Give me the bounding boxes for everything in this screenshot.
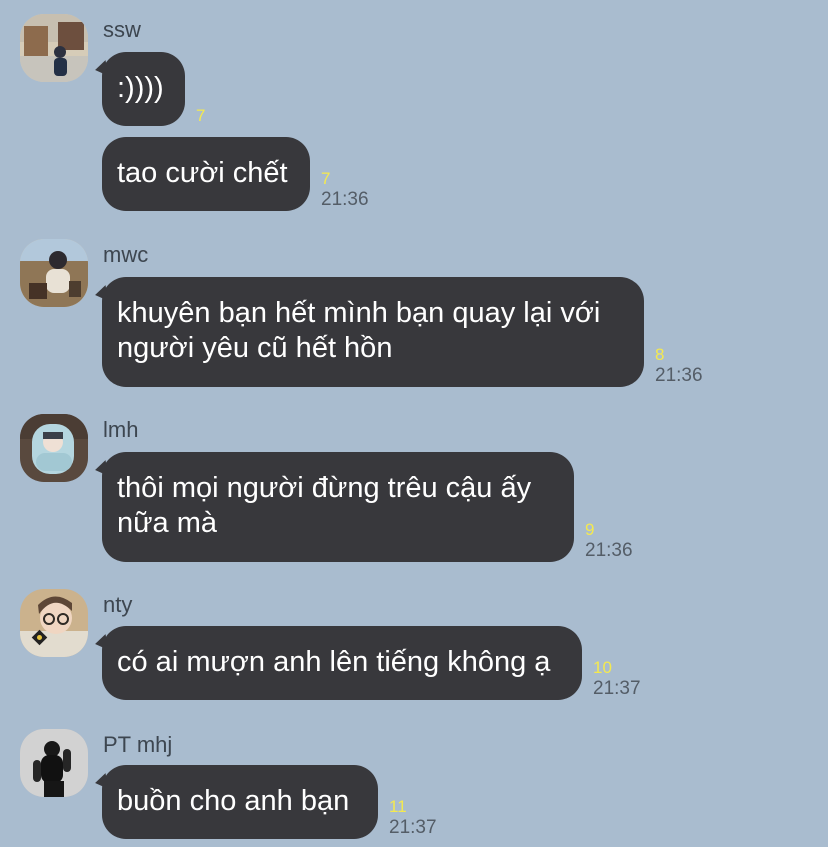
message-row: tao cười chết 7 21:36 — [102, 137, 377, 211]
message-row: khuyên bạn hết mình bạn quay lại với ngư… — [102, 277, 711, 387]
message-bubble[interactable]: :)))) — [102, 52, 185, 126]
message-meta: 7 — [196, 107, 252, 126]
message-bubble[interactable]: khuyên bạn hết mình bạn quay lại với ngư… — [102, 277, 644, 387]
unread-count: 7 — [321, 169, 331, 188]
message-group-mwc: mwc khuyên bạn hết mình bạn quay lại với… — [0, 239, 828, 399]
message-bubble[interactable]: buồn cho anh bạn — [102, 765, 378, 839]
unread-count: 7 — [196, 106, 206, 125]
message-group-pt-mhj: PT mhj buồn cho anh bạn 11 21:37 — [0, 729, 828, 847]
profile-photo-lmh-icon — [20, 414, 88, 482]
message-bubble[interactable]: có ai mượn anh lên tiếng không ạ — [102, 626, 582, 700]
message-group-nty: nty có ai mượn anh lên tiếng không ạ 10 … — [0, 589, 828, 719]
message-meta: 8 21:36 — [655, 346, 711, 387]
message-row: :)))) 7 — [102, 52, 252, 126]
sender-name: ssw — [103, 17, 141, 42]
chat-message-list: ssw :)))) 7 tao cười chết 7 21:36 mwc kh… — [0, 0, 828, 847]
profile-photo-ssw-icon — [20, 14, 88, 82]
unread-count: 10 — [593, 658, 612, 677]
sender-name: nty — [103, 592, 133, 617]
sender-name: lmh — [103, 417, 139, 442]
message-time: 21:37 — [593, 678, 641, 699]
message-bubble[interactable]: tao cười chết — [102, 137, 310, 211]
message-time: 21:36 — [655, 365, 703, 386]
sender-name: mwc — [103, 242, 149, 267]
message-row: thôi mọi người đừng trêu cậu ấy nữa mà 9… — [102, 452, 641, 562]
message-group-lmh: lmh thôi mọi người đừng trêu cậu ấy nữa … — [0, 414, 828, 574]
message-meta: 9 21:36 — [585, 521, 641, 562]
profile-photo-mwc-avatar[interactable] — [20, 239, 88, 307]
unread-count: 8 — [655, 345, 665, 364]
message-bubble[interactable]: thôi mọi người đừng trêu cậu ấy nữa mà — [102, 452, 574, 562]
unread-count: 9 — [585, 520, 595, 539]
message-time: 21:37 — [389, 817, 437, 838]
unread-count: 11 — [389, 797, 407, 816]
profile-photo-pt-mhj-avatar[interactable] — [20, 729, 88, 797]
message-row: buồn cho anh bạn 11 21:37 — [102, 765, 445, 839]
profile-photo-lmh-avatar[interactable] — [20, 414, 88, 482]
message-time: 21:36 — [585, 540, 633, 561]
profile-photo-nty-avatar[interactable] — [20, 589, 88, 657]
profile-photo-pt-mhj-icon — [20, 729, 88, 797]
message-meta: 7 21:36 — [321, 170, 377, 211]
profile-photo-ssw-avatar[interactable] — [20, 14, 88, 82]
sender-name: PT mhj — [103, 732, 173, 757]
message-row: có ai mượn anh lên tiếng không ạ 10 21:3… — [102, 626, 649, 700]
message-meta: 11 21:37 — [389, 798, 445, 839]
profile-photo-nty-icon — [20, 589, 88, 657]
message-time: 21:36 — [321, 189, 369, 210]
message-group-ssw: ssw :)))) 7 tao cười chết 7 21:36 — [0, 14, 828, 214]
message-meta: 10 21:37 — [593, 659, 649, 700]
profile-photo-mwc-icon — [20, 239, 88, 307]
